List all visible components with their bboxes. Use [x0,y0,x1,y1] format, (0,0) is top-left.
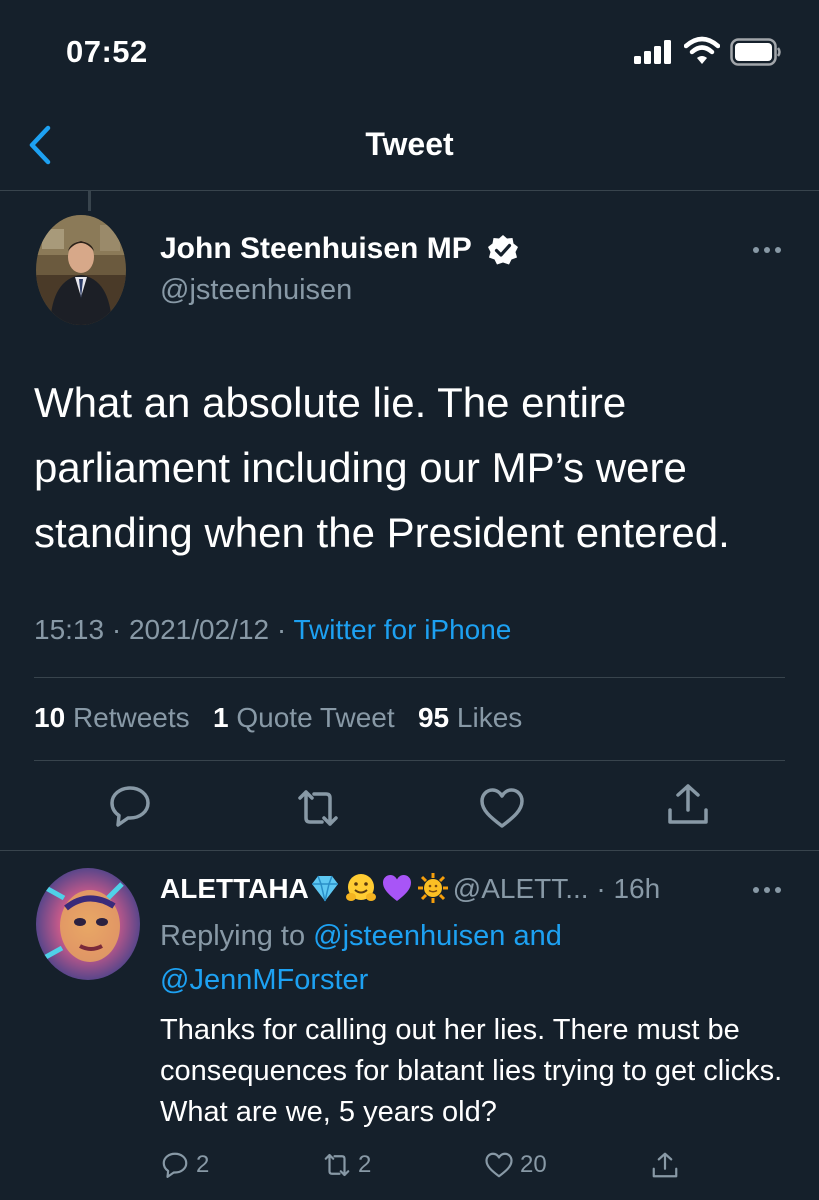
meta-separator: · [276,614,287,645]
divider [34,760,785,761]
like-icon [485,1152,513,1178]
divider [34,677,785,678]
share-icon [652,1152,678,1178]
retweet-icon [324,1153,350,1177]
retweets-count: 10 [34,702,66,733]
likes-stat[interactable]: 95 Likes [418,702,522,733]
reply-icon [162,1152,188,1178]
retweets-label: Retweets [72,702,190,733]
purple-heart-icon [382,875,411,901]
reply-author-handle[interactable]: @ALETT... [453,873,589,904]
reply-timestamp: · 16h [596,873,661,904]
cellular-signal-icon [634,40,671,64]
quotes-count: 1 [213,702,229,733]
quotes-label: Quote Tweet [236,702,395,733]
reply-share-button[interactable] [650,1146,680,1184]
retweet-icon[interactable] [294,784,342,832]
verified-badge-icon [488,235,518,265]
reply-header: ALETTAHA @ALETT... · 16h [160,872,660,905]
replying-and[interactable]: and [514,920,562,952]
reply-retweet-button[interactable]: 2 [322,1146,371,1184]
thread-connector-line [88,191,91,211]
meta-separator: · [111,614,122,645]
reply-text: Thanks for calling out her lies. There m… [160,1014,783,1128]
tweet-source-link[interactable]: Twitter for iPhone [294,614,512,645]
battery-icon [730,38,781,66]
tweet-stats: 10 Retweets 1 Quote Tweet 95 Likes [34,702,522,734]
mention-link[interactable]: @jsteenhuisen [313,920,505,952]
author-name[interactable]: John Steenhuisen MP [160,232,472,266]
like-count: 20 [520,1151,547,1178]
author-handle[interactable]: @jsteenhuisen [160,274,352,307]
share-icon[interactable] [664,780,712,828]
divider [0,850,819,851]
likes-count: 95 [417,702,450,733]
likes-label: Likes [456,702,523,733]
reply-author-name[interactable]: ALETTAHA [160,873,309,904]
tweet-text: What an absolute lie. The entire parliam… [34,379,730,556]
mention-link[interactable]: @JennMForster [160,964,368,996]
wifi-icon [684,36,720,64]
replying-prefix: Replying to [160,920,306,952]
tweet-date: 2021/02/12 [128,614,270,645]
reply-count: 2 [196,1151,210,1178]
tweet-metadata: 15:13 · 2021/02/12 · Twitter for iPhone [34,614,511,646]
author-avatar[interactable] [36,215,126,325]
replying-to: Replying to @jsteenhuisen and @JennMFors… [160,914,780,1002]
quotes-stat[interactable]: 1 Quote Tweet [213,702,395,733]
hugging-face-icon [345,874,376,901]
reply-icon[interactable] [106,782,154,830]
retweets-stat[interactable]: 10 Retweets [34,702,190,733]
like-icon[interactable] [478,784,526,832]
sun-icon [417,873,448,903]
reply-more-options-icon[interactable] [752,886,782,894]
tweet-time: 15:13 [34,614,105,645]
more-options-icon[interactable] [752,246,782,254]
retweet-count: 2 [358,1151,372,1178]
reply-author-avatar[interactable] [36,868,140,980]
nav-divider [0,190,819,191]
reply-reply-button[interactable]: 2 [160,1146,209,1184]
gem-icon [311,875,338,902]
reply-like-button[interactable]: 20 [484,1146,547,1184]
page-title: Tweet [365,126,454,162]
status-time: 07:52 [66,34,148,69]
